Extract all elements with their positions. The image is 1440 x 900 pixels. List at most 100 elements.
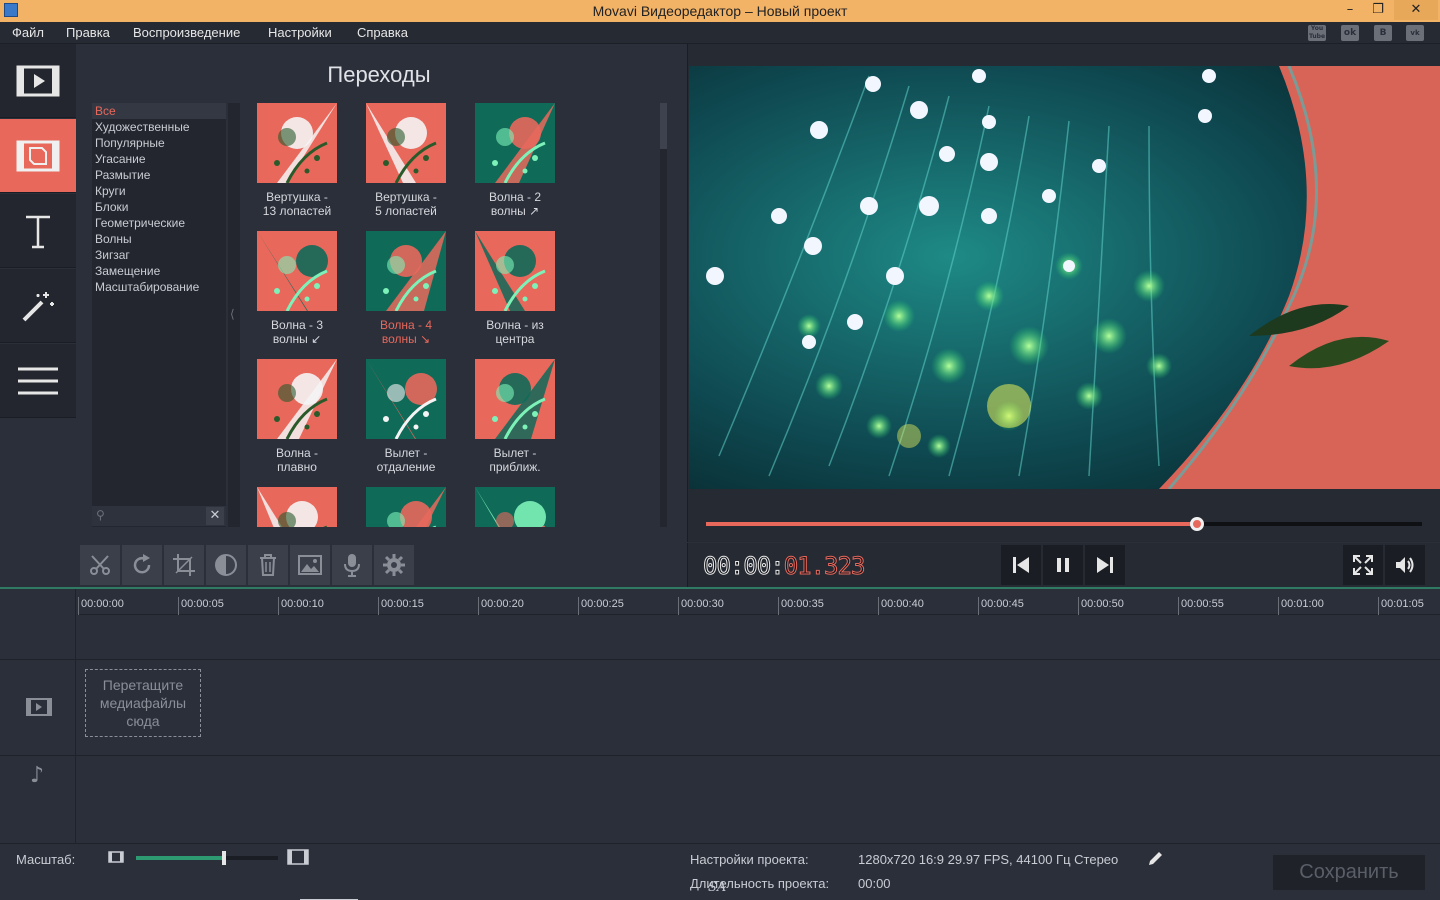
fullscreen-button[interactable]: [1343, 545, 1383, 585]
category-item[interactable]: Популярные: [92, 135, 226, 151]
transition-label: Волна - из центра: [486, 318, 544, 346]
record-voice-button[interactable]: [332, 545, 372, 585]
zoom-label: Масштаб:: [16, 852, 76, 867]
maximize-button[interactable]: ❐: [1364, 0, 1392, 20]
audio-track-icon: ♪: [30, 763, 45, 788]
transition-item[interactable]: Волна - 3 волны ↙: [247, 231, 357, 351]
transitions-tool[interactable]: [0, 119, 76, 193]
settings-button[interactable]: [374, 545, 414, 585]
pause-button[interactable]: [1043, 545, 1083, 585]
youtube-icon[interactable]: You Tube: [1308, 25, 1326, 41]
transition-thumbnail[interactable]: [257, 231, 337, 311]
transition-item[interactable]: Вертушка - 13 лопастей: [247, 103, 357, 223]
delete-button[interactable]: [248, 545, 288, 585]
category-item[interactable]: Все: [92, 103, 226, 119]
time-ruler[interactable]: 00:00:00 00:00:05 00:00:10 00:00:15 00:00:20…: [77, 589, 1440, 615]
menu-settings[interactable]: Настройки: [268, 25, 332, 40]
transition-thumbnail[interactable]: [366, 231, 446, 311]
tool-strip: [0, 44, 76, 418]
transition-item[interactable]: Волна - 4 волны ↘: [356, 231, 466, 351]
transition-thumbnail[interactable]: [366, 103, 446, 183]
split-button[interactable]: [80, 545, 120, 585]
category-item[interactable]: Масштабирование: [92, 279, 226, 295]
zoom-in-film-icon[interactable]: [287, 849, 309, 865]
zoom-slider[interactable]: [136, 851, 278, 865]
pencil-icon[interactable]: [1147, 851, 1163, 867]
menu-playback[interactable]: Воспроизведение: [133, 25, 240, 40]
category-item[interactable]: Геометрические: [92, 215, 226, 231]
transition-thumbnail[interactable]: [475, 231, 555, 311]
transition-thumbnail[interactable]: [475, 487, 555, 527]
video-preview[interactable]: [689, 66, 1440, 489]
seek-handle[interactable]: [1190, 517, 1205, 531]
transition-item[interactable]: Волна - 2 волны ↗: [465, 103, 575, 223]
category-item[interactable]: Размытие: [92, 167, 226, 183]
clip-properties-button[interactable]: [290, 545, 330, 585]
crop-button[interactable]: [164, 545, 204, 585]
zoom-level-fill: [136, 856, 225, 860]
transition-item[interactable]: Вылет - приближ.: [465, 359, 575, 479]
category-item[interactable]: Художественные: [92, 119, 226, 135]
title-bar: Movavi Видеоредактор – Новый проект – ❐ …: [0, 0, 1440, 22]
transition-label: Волна - 4 волны ↘: [379, 318, 433, 346]
menu-edit[interactable]: Правка: [66, 25, 110, 40]
close-button[interactable]: ✕: [1394, 0, 1438, 20]
category-list: Все Художественные Популярные Угасание Размы…: [92, 103, 226, 527]
rotate-button[interactable]: [122, 545, 162, 585]
transition-thumbnail[interactable]: [475, 103, 555, 183]
vk-icon[interactable]: vk: [1406, 25, 1424, 41]
transitions-icon: [16, 140, 60, 172]
category-item[interactable]: Угасание: [92, 151, 226, 167]
media-drop-zone[interactable]: Перетащите медиафайлы сюда: [85, 669, 201, 737]
category-search[interactable]: ⚲ ✕: [92, 506, 226, 526]
previous-frame-button[interactable]: [1001, 545, 1041, 585]
save-button[interactable]: Сохранить: [1273, 855, 1425, 890]
timecode-elapsed: 00:00:: [703, 552, 786, 581]
transition-item[interactable]: [356, 487, 466, 527]
panel-splitter[interactable]: ⟨: [228, 103, 240, 527]
zoom-handle[interactable]: [222, 851, 227, 865]
category-item[interactable]: Круги: [92, 183, 226, 199]
transition-thumbnail[interactable]: [475, 359, 555, 439]
transition-item[interactable]: Волна - плавно: [247, 359, 357, 479]
transition-thumbnail[interactable]: [257, 359, 337, 439]
transition-item[interactable]: [465, 487, 575, 527]
menu-help[interactable]: Справка: [357, 25, 408, 40]
skip-forward-icon: [1097, 557, 1113, 573]
grid-scrollbar[interactable]: [660, 103, 667, 527]
odnoklassniki-icon[interactable]: ok: [1341, 25, 1359, 41]
volume-button[interactable]: [1385, 545, 1425, 585]
category-item[interactable]: Волны: [92, 231, 226, 247]
transition-item[interactable]: Вертушка - 5 лопастей: [356, 103, 466, 223]
category-item[interactable]: Замещение: [92, 263, 226, 279]
scrollbar-thumb[interactable]: [660, 103, 667, 149]
transition-item[interactable]: Вылет - отдаление: [356, 359, 466, 479]
edit-toolbar: [77, 543, 687, 587]
import-tool[interactable]: [0, 44, 76, 118]
tool-strip-fill: [0, 418, 76, 543]
timecode: 00:00:01.323: [703, 552, 866, 581]
seek-bar[interactable]: [706, 517, 1422, 531]
category-item[interactable]: Блоки: [92, 199, 226, 215]
minimize-button[interactable]: –: [1336, 0, 1364, 20]
transition-thumbnail[interactable]: [257, 103, 337, 183]
clear-search-button[interactable]: ✕: [206, 507, 224, 525]
titles-tool[interactable]: [0, 194, 76, 268]
scissors-icon: [90, 555, 110, 575]
transition-item[interactable]: [247, 487, 357, 527]
next-frame-button[interactable]: [1085, 545, 1125, 585]
collapse-arrow-icon[interactable]: ⟨: [230, 307, 235, 321]
more-tool[interactable]: [0, 344, 76, 418]
ruler-tick: 00:00:45: [978, 597, 1024, 615]
video-track-icon: [26, 698, 52, 716]
transition-item[interactable]: Волна - из центра: [465, 231, 575, 351]
transition-thumbnail[interactable]: [366, 487, 446, 527]
color-adjust-button[interactable]: [206, 545, 246, 585]
vk-b-icon[interactable]: B: [1374, 25, 1392, 41]
category-item[interactable]: Зигзаг: [92, 247, 226, 263]
menu-file[interactable]: Файл: [12, 25, 44, 40]
filters-tool[interactable]: [0, 269, 76, 343]
transition-thumbnail[interactable]: [257, 487, 337, 527]
zoom-out-film-icon[interactable]: [108, 851, 124, 863]
transition-thumbnail[interactable]: [366, 359, 446, 439]
